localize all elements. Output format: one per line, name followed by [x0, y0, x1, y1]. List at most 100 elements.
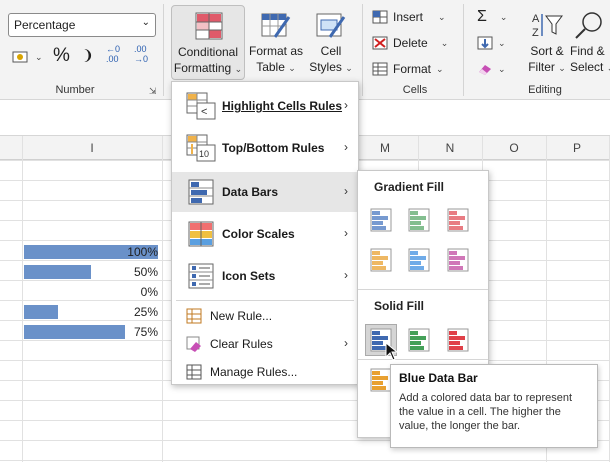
cell-value: 100%: [127, 245, 158, 259]
sort-filter-button[interactable]: A Z Sort & Filter ⌄: [524, 5, 570, 80]
chevron-down-icon: ⌄: [498, 63, 506, 74]
delete-button[interactable]: Delete ⌄: [372, 32, 448, 54]
comma-style-button[interactable]: ❩: [82, 47, 94, 64]
magnifier-icon: [575, 12, 602, 39]
cells-group-label: Cells: [402, 84, 428, 96]
find-select-button[interactable]: Find & Select ⌄: [570, 5, 610, 80]
cell-value: 75%: [133, 325, 158, 339]
format-as-table-button[interactable]: Format as Table ⌄: [248, 5, 304, 80]
gridline: [0, 460, 610, 461]
menu-label: Highlight Cells Rules: [222, 99, 343, 113]
tooltip-body: Add a colored data bar to represent the …: [399, 392, 573, 432]
cell-i-5[interactable]: 75%: [22, 322, 162, 342]
svg-text:A: A: [532, 13, 540, 25]
icon-sets-icon: [188, 263, 214, 289]
cell-value: 25%: [133, 305, 158, 319]
sum-icon: Σ: [477, 8, 487, 25]
format-label: Format: [393, 62, 432, 76]
menu-item-new-rule[interactable]: New Rule...: [172, 303, 358, 329]
table-brush-icon: [261, 13, 291, 38]
menu-label: Icon Sets: [222, 269, 276, 283]
percent-style-button[interactable]: %: [53, 45, 70, 67]
menu-label: Manage Rules...: [210, 365, 298, 379]
group-separator: [362, 4, 363, 96]
solid-data-bar-swatch[interactable]: [404, 325, 434, 355]
accounting-format-button[interactable]: ⌄: [12, 46, 43, 68]
fill-down-icon: [477, 36, 493, 50]
menu-item-data-bars[interactable]: Data Bars ›: [172, 172, 358, 212]
gradient-data-bar-swatch[interactable]: [443, 205, 473, 235]
insert-label: Insert: [393, 10, 424, 24]
conditional-formatting-menu: < Highlight Cells Rules › 10 Top/Bottom …: [171, 81, 359, 385]
menu-separator: [358, 289, 488, 290]
autosum-button[interactable]: Σ ⌄: [477, 6, 507, 28]
dialog-launcher-icon[interactable]: ⇲: [149, 86, 157, 97]
chevron-down-icon: ⌄: [436, 63, 444, 74]
chevron-down-icon: ⌄: [440, 37, 449, 48]
gradient-data-bar-swatch[interactable]: [366, 245, 396, 275]
conditional-formatting-button[interactable]: Conditional Formatting ⌄: [171, 5, 245, 80]
cell-styles-button[interactable]: Cell Styles ⌄: [306, 5, 356, 80]
fill-button[interactable]: ⌄: [477, 32, 506, 54]
menu-item-clear-rules[interactable]: Clear Rules ›: [172, 331, 358, 357]
new-rule-icon: [186, 308, 202, 324]
gradient-data-bar-swatch[interactable]: [366, 205, 396, 235]
chevron-down-icon: ⌄: [498, 37, 506, 48]
menu-separator: [358, 359, 488, 360]
eraser-icon: [186, 336, 201, 352]
menu-label: Clear Rules: [210, 337, 273, 351]
menu-item-color-scales[interactable]: Color Scales ›: [172, 214, 358, 254]
chevron-right-icon: ›: [344, 184, 348, 198]
number-group-label: Number: [55, 84, 95, 96]
insert-button[interactable]: Insert ⌄: [372, 6, 446, 28]
cf-label-line2: Formatting: [173, 61, 232, 75]
format-as-table-line2: Table: [256, 60, 285, 74]
decrease-decimal-button[interactable]: .00 →0: [134, 44, 148, 64]
chevron-right-icon: ›: [344, 336, 348, 350]
increase-decimal-button[interactable]: ←0 .00: [106, 44, 120, 64]
chevron-right-icon: ›: [344, 140, 348, 154]
number-format-dropdown[interactable]: Percentage ⌄: [8, 13, 156, 37]
solid-data-bar-swatch[interactable]: [443, 325, 473, 355]
gradient-fill-heading: Gradient Fill: [374, 180, 445, 194]
gradient-data-bar-swatch[interactable]: [443, 245, 473, 275]
cell-i-2[interactable]: 50%: [22, 262, 162, 282]
color-scales-icon: [188, 221, 214, 247]
menu-separator: [176, 300, 354, 301]
format-button[interactable]: Format ⌄: [372, 58, 444, 80]
column-header-p[interactable]: P: [557, 141, 597, 155]
format-as-table-line1: Format as: [248, 44, 303, 58]
menu-item-top-bottom-rules[interactable]: 10 Top/Bottom Rules ›: [172, 128, 358, 168]
chevron-down-icon: ⌄: [35, 51, 43, 62]
manage-rules-icon: [186, 364, 202, 380]
sort-filter-icon: A Z: [532, 13, 563, 39]
chevron-down-icon: ⌄: [234, 64, 243, 74]
insert-cells-icon: [372, 10, 388, 24]
column-header-m[interactable]: M: [365, 141, 405, 155]
gradient-data-bar-swatch[interactable]: [404, 245, 434, 275]
gradient-data-bar-swatch[interactable]: [404, 205, 434, 235]
clear-button[interactable]: ⌄: [477, 58, 506, 80]
cell-i-3[interactable]: 0%: [22, 282, 162, 302]
number-format-value: Percentage: [14, 18, 76, 32]
currency-icon: [12, 51, 28, 63]
chevron-down-icon: ⌄: [345, 63, 353, 73]
cell-i-1[interactable]: 100%: [22, 242, 162, 262]
sort-filter-line2: Filter: [528, 60, 555, 74]
menu-label: New Rule...: [210, 309, 273, 323]
cell-i-4[interactable]: 25%: [22, 302, 162, 322]
highlight-cells-icon: <: [186, 92, 216, 120]
format-cells-icon: [372, 62, 388, 76]
mouse-cursor-icon: [385, 342, 399, 361]
column-header-o[interactable]: O: [494, 141, 534, 155]
column-header-n[interactable]: N: [430, 141, 470, 155]
menu-item-highlight-cells-rules[interactable]: < Highlight Cells Rules ›: [172, 86, 358, 126]
group-separator: [163, 4, 164, 96]
data-bar: [24, 265, 91, 279]
menu-item-icon-sets[interactable]: Icon Sets ›: [172, 256, 358, 296]
top-bottom-icon: 10: [186, 134, 216, 162]
column-header-i[interactable]: I: [22, 141, 162, 155]
menu-item-manage-rules[interactable]: Manage Rules...: [172, 359, 358, 385]
data-bar: [24, 305, 58, 319]
sort-filter-line1: Sort &: [530, 44, 564, 58]
